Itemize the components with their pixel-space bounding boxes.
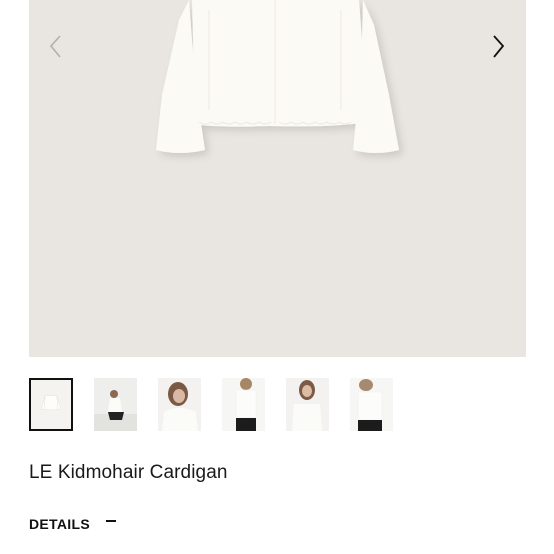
minus-icon bbox=[105, 520, 116, 522]
prev-image-button[interactable] bbox=[41, 28, 71, 64]
thumbnail-image bbox=[286, 378, 329, 431]
thumbnail-strip bbox=[29, 378, 393, 432]
thumbnail-model-crouching[interactable] bbox=[94, 378, 137, 431]
main-product-image bbox=[41, 0, 514, 153]
next-image-button[interactable] bbox=[484, 28, 514, 64]
thumbnail-image bbox=[222, 378, 265, 431]
thumbnail-flat-lay[interactable] bbox=[29, 378, 73, 431]
product-gallery bbox=[29, 0, 526, 357]
thumbnail-model-collar[interactable] bbox=[286, 378, 329, 431]
thumbnail-model-front[interactable] bbox=[222, 378, 265, 431]
details-accordion-toggle[interactable]: DETAILS bbox=[29, 516, 116, 532]
thumbnail-image bbox=[158, 378, 201, 431]
thumbnail-image bbox=[350, 378, 393, 431]
thumbnail-model-side[interactable] bbox=[350, 378, 393, 431]
thumbnail-image bbox=[94, 378, 137, 431]
thumbnail-model-closeup[interactable] bbox=[158, 378, 201, 431]
product-title: LE Kidmohair Cardigan bbox=[29, 462, 228, 483]
details-label: DETAILS bbox=[29, 516, 90, 532]
thumbnail-image bbox=[31, 380, 71, 429]
